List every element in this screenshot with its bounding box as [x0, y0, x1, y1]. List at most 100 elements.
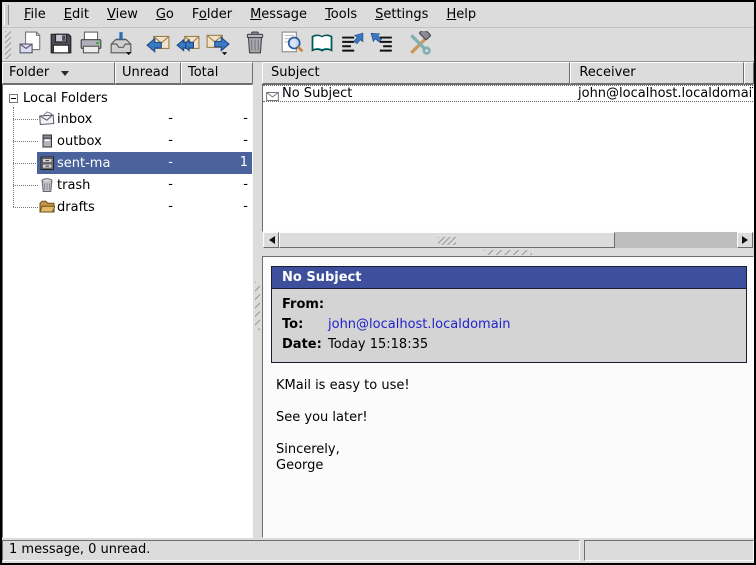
column-header-folder-label: Folder: [9, 63, 49, 83]
find-button[interactable]: [277, 30, 307, 60]
reply-button[interactable]: [143, 30, 173, 60]
envelope-icon: [266, 90, 279, 102]
message-body: KMail is easy to use! See you later! Sin…: [276, 378, 753, 474]
menu-message[interactable]: Message: [241, 3, 316, 27]
column-header-total[interactable]: Total: [181, 62, 253, 84]
inbox-icon: [39, 111, 55, 127]
next-unread-icon: [370, 31, 394, 58]
menu-help[interactable]: Help: [437, 3, 485, 27]
message-header-box: No Subject From: To: john@localhost.loca…: [271, 266, 747, 363]
unread-count: -: [116, 174, 182, 196]
tree-line: [13, 141, 38, 142]
print-icon: [79, 31, 103, 58]
status-bar: 1 message, 0 unread.: [2, 540, 754, 561]
from-label: From:: [282, 296, 328, 313]
scrollbar-grip: [438, 237, 456, 245]
scroll-left-button[interactable]: [263, 232, 279, 248]
reply-all-button[interactable]: [173, 30, 203, 60]
folder-row-inbox[interactable]: inbox - -: [3, 108, 252, 130]
folder-label: inbox: [57, 112, 92, 127]
next-unread-button[interactable]: [367, 30, 397, 60]
new-message-icon: [19, 31, 43, 58]
horizontal-scrollbar[interactable]: [263, 232, 753, 248]
column-header-subject[interactable]: Subject: [262, 62, 570, 84]
find-icon: [280, 31, 304, 58]
new-message-button[interactable]: [16, 30, 46, 60]
previous-unread-button[interactable]: [337, 30, 367, 60]
forward-button[interactable]: [203, 30, 233, 60]
scrollbar-track[interactable]: [615, 232, 737, 248]
scrollbar-thumb[interactable]: [279, 232, 615, 248]
folder-tree: Local Folders inbox - - outbox - -: [2, 84, 253, 538]
column-header-date[interactable]: Date: [744, 62, 754, 84]
tree-line: [13, 163, 38, 164]
menu-bar: File Edit View Go Folder Message Tools S…: [2, 2, 754, 28]
folder-row-sent-ma[interactable]: sent-ma - 1: [3, 152, 252, 174]
folder-row-trash[interactable]: trash - -: [3, 174, 252, 196]
unread-count: -: [116, 130, 182, 152]
horizontal-splitter[interactable]: [262, 248, 754, 256]
menu-edit[interactable]: Edit: [55, 3, 98, 27]
menu-folder[interactable]: Folder: [183, 3, 241, 27]
column-header-receiver[interactable]: Receiver: [570, 62, 744, 84]
vertical-splitter[interactable]: [253, 62, 262, 538]
toolbar-handle[interactable]: [5, 31, 11, 59]
total-count: 1: [182, 152, 253, 174]
column-header-date-label: Date: [753, 65, 754, 80]
to-address-link[interactable]: john@localhost.localdomain: [328, 316, 736, 333]
menu-view[interactable]: View: [98, 3, 147, 27]
check-mail-button[interactable]: [106, 30, 136, 60]
drafts-folder-icon: [39, 199, 55, 215]
save-button[interactable]: [46, 30, 76, 60]
trash-button[interactable]: [240, 30, 270, 60]
total-count: -: [182, 174, 253, 196]
column-header-folder[interactable]: Folder: [2, 62, 115, 84]
reply-icon: [146, 31, 170, 58]
menu-tools[interactable]: Tools: [316, 3, 366, 27]
status-message-count: 1 message, 0 unread.: [2, 540, 580, 561]
outbox-icon: [39, 133, 55, 149]
menu-file[interactable]: File: [15, 3, 55, 27]
arrow-left-icon: [265, 236, 275, 244]
message-header-fields: From: To: john@localhost.localdomain Dat…: [272, 289, 746, 362]
message-row[interactable]: No Subject john@localhost.localdomain To…: [263, 85, 753, 102]
previous-unread-icon: [340, 31, 364, 58]
folder-row-outbox[interactable]: outbox - -: [3, 130, 252, 152]
folder-label: outbox: [57, 134, 102, 149]
total-count: -: [182, 196, 253, 218]
status-secondary: [584, 540, 754, 561]
message-list-header: Subject Receiver Date: [262, 62, 754, 84]
arrow-right-icon: [742, 236, 752, 244]
unread-count: -: [116, 196, 182, 218]
unread-count: -: [116, 152, 182, 174]
message-receiver: john@localhost.localdomain: [578, 86, 753, 102]
print-button[interactable]: [76, 30, 106, 60]
trash-icon: [243, 31, 267, 58]
folder-pane-header: Folder Unread Total: [2, 62, 253, 84]
unread-count: -: [116, 108, 182, 130]
column-header-unread-label: Unread: [122, 63, 169, 83]
menu-settings[interactable]: Settings: [366, 3, 437, 27]
configure-icon: [407, 31, 431, 58]
tree-collapse-icon[interactable]: [9, 94, 18, 103]
folder-label: trash: [57, 178, 90, 193]
scroll-right-button[interactable]: [737, 232, 753, 248]
column-header-unread[interactable]: Unread: [115, 62, 181, 84]
date-label: Date:: [282, 336, 328, 353]
folder-row-local-folders[interactable]: Local Folders: [3, 88, 252, 108]
menubar-handle[interactable]: [4, 5, 9, 25]
main-toolbar: [2, 28, 754, 62]
configure-button[interactable]: [404, 30, 434, 60]
save-icon: [49, 31, 73, 58]
folder-row-drafts[interactable]: drafts - -: [3, 196, 252, 218]
folder-pane: Folder Unread Total Local Folders inbox …: [2, 62, 253, 538]
sent-folder-icon: [39, 155, 55, 171]
address-book-button[interactable]: [307, 30, 337, 60]
column-header-receiver-label: Receiver: [579, 65, 635, 80]
message-title-bar: No Subject: [272, 267, 746, 289]
splitter-grip: [255, 282, 260, 330]
total-count: -: [182, 108, 253, 130]
tree-line: [13, 207, 38, 208]
menu-go[interactable]: Go: [147, 3, 183, 27]
check-mail-icon: [109, 31, 133, 58]
